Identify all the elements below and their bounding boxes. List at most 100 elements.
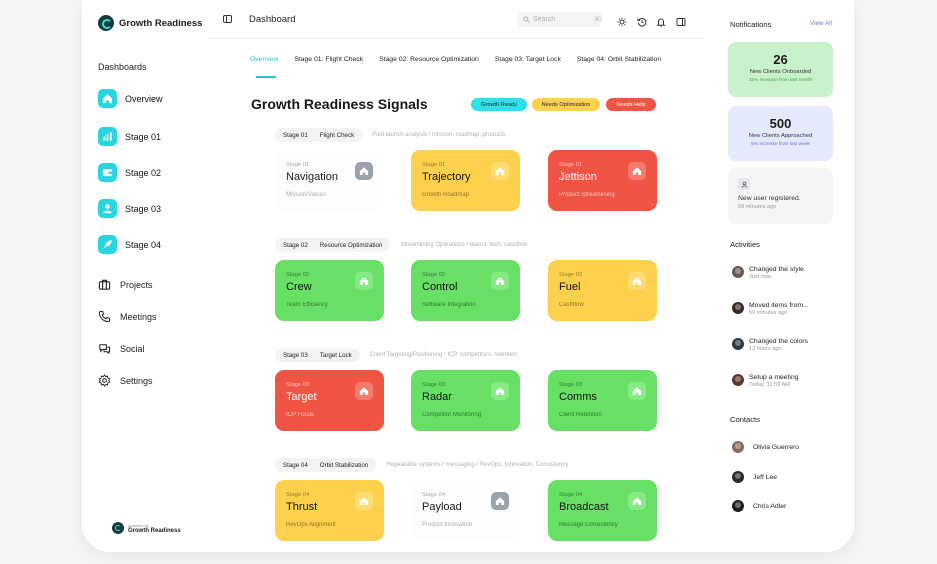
signal-card[interactable]: Stage 03 Radar Competitor Monitoring — [411, 370, 520, 431]
notification-text: New user registered. — [738, 195, 801, 202]
wallet-icon — [98, 163, 117, 182]
sidebar-item-overview[interactable]: Overview — [98, 89, 163, 108]
tab-stage-03[interactable]: Stage 03: Target Lock — [495, 56, 561, 63]
sidebar-item-label: Stage 03 — [125, 203, 162, 214]
stage-tabs: Overview Stage 01: Flight Check Stage 02… — [250, 56, 677, 78]
search-shortcut: ⌘/ — [594, 17, 602, 23]
sidebar: Growth Readiness Dashboards Overview Sta… — [82, 0, 208, 552]
stat-label: New Clients Onboarded — [749, 69, 812, 75]
stage-pill[interactable]: Stage 03 Target Lock — [275, 348, 360, 362]
home-icon[interactable] — [491, 272, 509, 290]
card-subtitle: Mission/Values — [286, 192, 326, 198]
activity-title: Moved items from... — [749, 302, 809, 309]
sidebar-item-stage-02[interactable]: Stage 02 — [98, 163, 161, 182]
page-title: Dashboard — [249, 14, 296, 25]
sidebar-item-label: Meetings — [120, 311, 157, 322]
home-icon[interactable] — [628, 162, 646, 180]
stat-card-approached[interactable]: 500 New Clients Approached 5% increase f… — [728, 106, 833, 161]
signal-card[interactable]: Stage 03 Comms Client Retention — [548, 370, 657, 431]
search-box[interactable]: ⌘/ — [517, 12, 602, 27]
sidebar-item-stage-01[interactable]: Stage 01 — [98, 127, 161, 146]
notifications-title: Notifications — [730, 20, 772, 29]
contact-item[interactable]: Jeff Lee — [732, 471, 777, 483]
stage-description: Repeatable systems / messaging / RevOps,… — [386, 462, 569, 468]
tab-overview[interactable]: Overview — [250, 56, 278, 78]
stage-pill[interactable]: Stage 01 Flight Check — [275, 128, 363, 142]
stage-name: Target Lock — [319, 351, 352, 359]
footer-brand: powered by Growth Readiness — [112, 522, 181, 534]
home-icon[interactable] — [355, 272, 373, 290]
rocket-icon — [98, 235, 117, 254]
signal-card[interactable]: Stage 02 Fuel Cashflow — [548, 260, 657, 321]
tab-stage-02[interactable]: Stage 02: Resource Optimization — [379, 56, 479, 63]
sidebar-item-settings[interactable]: Settings — [98, 374, 153, 387]
sidebar-toggle-icon[interactable] — [223, 15, 232, 23]
signal-card[interactable]: Stage 04 Thrust RevOps Alignment — [275, 480, 384, 541]
card-subtitle: RevOps Alignment — [286, 522, 336, 528]
activity-time: 12 hours ago — [749, 346, 782, 352]
stage-name: Orbit Stabilization — [319, 461, 369, 469]
stage-pill[interactable]: Stage 02 Resource Optimization — [275, 238, 391, 252]
sun-icon[interactable] — [617, 14, 627, 27]
signal-card[interactable]: Stage 04 Broadcast Message Consistency — [548, 480, 657, 541]
home-icon[interactable] — [491, 382, 509, 400]
stage-pill[interactable]: Stage 04 Orbit Stabilization — [275, 458, 377, 472]
home-icon[interactable] — [491, 162, 509, 180]
signal-card[interactable]: Stage 04 Payload Product Innovation — [411, 480, 520, 541]
panel-toggle-icon[interactable] — [676, 14, 686, 26]
home-icon[interactable] — [355, 162, 373, 180]
stat-value: 500 — [769, 116, 792, 131]
home-icon[interactable] — [628, 492, 646, 510]
legend-needs-optimization: Needs Optimization — [532, 98, 600, 111]
tab-stage-01[interactable]: Stage 01: Flight Check — [294, 56, 363, 63]
sidebar-item-meetings[interactable]: Meetings — [98, 310, 157, 323]
brand[interactable]: Growth Readiness — [98, 15, 202, 31]
contact-item[interactable]: Chris Adler — [732, 500, 786, 512]
avatar — [732, 338, 744, 350]
activity-time: 59 minutes ago — [749, 310, 788, 316]
home-icon[interactable] — [628, 382, 646, 400]
sidebar-item-label: Stage 02 — [125, 167, 162, 178]
contact-name: Chris Adler — [753, 502, 787, 510]
tab-stage-04[interactable]: Stage 04: Orbit Stabilization — [577, 56, 661, 63]
signal-card[interactable]: Stage 03 Target ICP Focus — [275, 370, 384, 431]
home-icon[interactable] — [355, 382, 373, 400]
chart-icon — [98, 127, 117, 146]
card-subtitle: Client Retention — [559, 412, 602, 418]
activity-item[interactable]: Changed the style. Just now — [732, 266, 806, 280]
section-title: Growth Readiness Signals — [251, 96, 428, 112]
sidebar-item-social[interactable]: Social — [98, 342, 145, 355]
sidebar-item-projects[interactable]: Projects — [98, 278, 153, 291]
stage-code: Stage 03 — [283, 351, 308, 359]
user-icon — [98, 199, 117, 218]
contact-item[interactable]: Olivia Guerrero — [732, 441, 799, 453]
activity-item[interactable]: Setup a meeting Today, 11:59 AM — [732, 374, 799, 388]
stat-label: New Clients Approached — [748, 133, 813, 139]
topbar: Dashboard ⌘/ — [208, 0, 704, 39]
search-input[interactable] — [533, 16, 591, 23]
sidebar-item-stage-04[interactable]: Stage 04 — [98, 235, 161, 254]
home-icon — [98, 89, 117, 108]
notification-card[interactable]: New user registered. 59 minutes ago — [728, 168, 833, 224]
signal-card[interactable]: Stage 01 Jettison Product Streamlining — [548, 150, 657, 211]
stat-card-onboarded[interactable]: 26 New Clients Onboarded 15% increase fr… — [728, 42, 833, 97]
activity-item[interactable]: Moved items from... 59 minutes ago — [732, 302, 809, 316]
card-subtitle: Cashflow — [559, 302, 584, 308]
sidebar-section-title: Dashboards — [98, 62, 147, 72]
home-icon[interactable] — [491, 492, 509, 510]
view-all-link[interactable]: View All — [810, 20, 832, 27]
search-icon — [523, 16, 530, 23]
sidebar-item-label: Settings — [120, 375, 153, 386]
card-subtitle: Message Consistency — [559, 522, 618, 528]
signal-card[interactable]: Stage 01 Navigation Mission/Values — [275, 150, 384, 211]
sidebar-item-stage-03[interactable]: Stage 03 — [98, 199, 161, 218]
activity-item[interactable]: Changed the colors 12 hours ago — [732, 338, 808, 352]
signal-card[interactable]: Stage 02 Crew Team Efficiency — [275, 260, 384, 321]
home-icon[interactable] — [628, 272, 646, 290]
stage-description: Post launch analysis / mission, roadmap,… — [372, 132, 506, 138]
home-icon[interactable] — [355, 492, 373, 510]
history-icon[interactable] — [637, 14, 647, 27]
bell-icon[interactable] — [656, 14, 666, 27]
signal-card[interactable]: Stage 01 Trajectory Growth Roadmap — [411, 150, 520, 211]
signal-card[interactable]: Stage 02 Control Software Integration — [411, 260, 520, 321]
